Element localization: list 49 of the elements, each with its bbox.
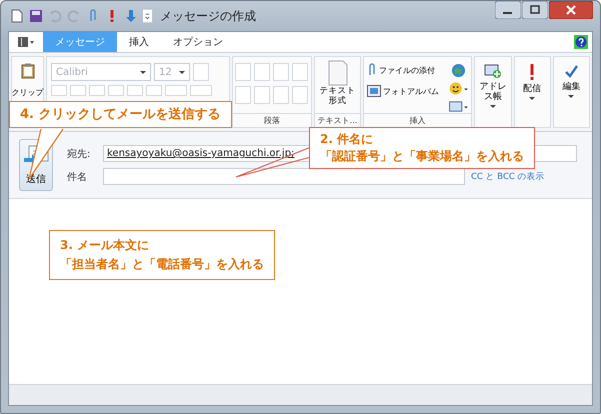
- callout-note: 2. 件名に 「認証番号」と「事業場名」を入れる: [309, 127, 535, 169]
- paragraph-button[interactable]: [273, 63, 290, 81]
- ribbon-tab[interactable]: 挿入: [117, 32, 161, 52]
- save-icon[interactable]: [29, 9, 43, 23]
- minimize-button[interactable]: [495, 1, 521, 19]
- alignment-button[interactable]: [235, 86, 252, 104]
- ribbon-tab[interactable]: オプション: [161, 32, 235, 52]
- insert-item[interactable]: ファイルの添付: [367, 63, 450, 77]
- checkmark-icon: [563, 63, 580, 79]
- photo-icon: [367, 85, 381, 97]
- alignment-button[interactable]: [273, 86, 290, 104]
- close-button[interactable]: [549, 1, 593, 19]
- format-button[interactable]: [108, 85, 124, 96]
- paragraph-button[interactable]: [292, 63, 308, 81]
- paperclip-icon: [367, 63, 377, 77]
- format-button[interactable]: [127, 85, 143, 96]
- maximize-button[interactable]: [522, 1, 548, 19]
- alignment-button[interactable]: [292, 86, 308, 104]
- exclamation-icon: [528, 63, 536, 81]
- format-button[interactable]: [51, 85, 67, 96]
- text-format-button[interactable]: テキスト 形式: [320, 57, 356, 106]
- address-book-icon: [484, 63, 502, 79]
- cc-bcc-link[interactable]: CC と BCC の表示: [471, 170, 545, 182]
- insert-item[interactable]: フォトアルバム: [367, 85, 450, 97]
- format-button[interactable]: [89, 85, 105, 96]
- customize-icon[interactable]: [143, 9, 152, 23]
- redo-icon[interactable]: [67, 9, 81, 23]
- subject-field[interactable]: [103, 168, 465, 185]
- format-button[interactable]: [70, 85, 86, 96]
- undo-icon[interactable]: [48, 9, 62, 23]
- document-icon[interactable]: [10, 9, 24, 23]
- view-menu-icon[interactable]: [17, 36, 35, 48]
- clipboard-label[interactable]: クリップ: [12, 87, 44, 98]
- clipboard-icon[interactable]: [20, 63, 34, 79]
- format-button[interactable]: [146, 85, 162, 96]
- to-label: 宛先:: [67, 148, 92, 160]
- subject-label: 件名: [67, 170, 88, 184]
- help-icon[interactable]: [574, 35, 588, 49]
- document-icon: [326, 60, 349, 86]
- window-title: メッセージの作成: [160, 8, 256, 24]
- highlight-button[interactable]: [165, 85, 187, 96]
- smiley-icon[interactable]: [449, 81, 468, 96]
- alignment-button[interactable]: [254, 86, 270, 104]
- down-arrow-icon[interactable]: [124, 9, 138, 23]
- card-icon[interactable]: [449, 99, 468, 114]
- paragraph-button[interactable]: [235, 63, 252, 81]
- paragraph-button[interactable]: [254, 63, 270, 81]
- font-color-button[interactable]: [190, 85, 212, 96]
- callout-note: 3. メール本文に 「担当者名」と「電話番号」を入れる: [49, 230, 275, 280]
